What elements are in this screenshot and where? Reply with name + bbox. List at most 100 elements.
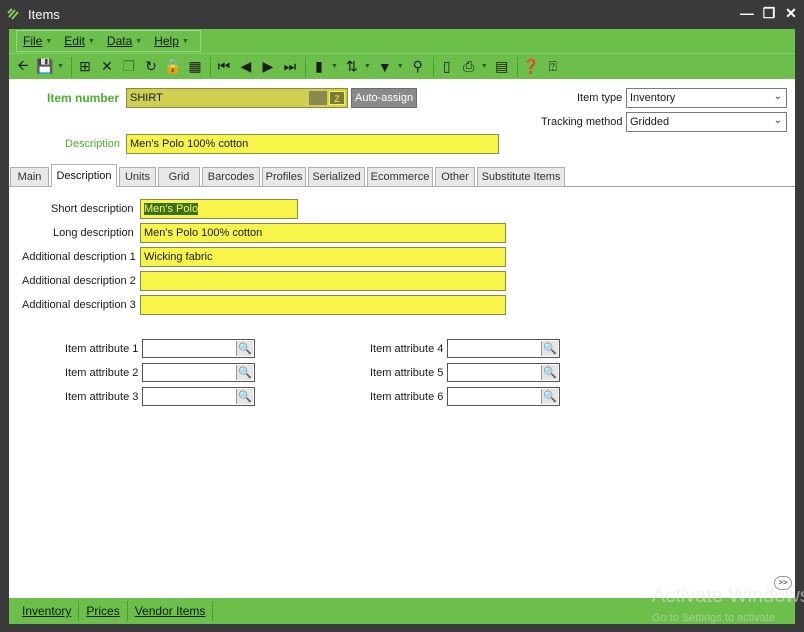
help-box-icon[interactable]: ⍰ — [543, 57, 563, 77]
chevron-down-icon[interactable]: ▼ — [397, 63, 404, 70]
item-type-select[interactable]: Inventory ⌄ — [626, 88, 787, 108]
tab-ecommerce[interactable]: Ecommerce — [367, 167, 433, 187]
menu-data[interactable]: Data ▼ — [107, 34, 142, 48]
toolbar: 🡨 💾 ▼ ⊞ ✕ ❐ ↻ 🔒 ▦ ⏮ ◀ ▶ ⏭ ▮ ▼ ⇅ ▼ ▼ ▼ ⚲ … — [9, 53, 795, 79]
search-icon[interactable]: 🔍 — [236, 389, 253, 404]
field-shade — [309, 91, 327, 105]
grid-icon[interactable]: ▦ — [185, 57, 205, 77]
tab-main[interactable]: Main — [10, 167, 49, 187]
tab-substitute-items[interactable]: Substitute Items — [477, 167, 565, 187]
tab-serialized[interactable]: Serialized — [308, 167, 365, 187]
maximize-icon[interactable]: ❐ — [762, 4, 776, 22]
tracking-method-label: Tracking method — [541, 116, 623, 128]
search-icon[interactable]: 🔍 — [236, 341, 253, 356]
item-attribute-5-lookup[interactable]: 🔍 — [447, 363, 560, 382]
search-icon[interactable]: ⚲ — [408, 57, 428, 77]
item-type-label: Item type — [577, 92, 623, 104]
bottom-tab-inventory[interactable]: Inventory — [15, 601, 80, 621]
print-icon[interactable]: ⎙ — [459, 57, 479, 77]
menu-bar: File ▼ Edit ▼ Data ▼ Help ▼ — [9, 29, 795, 53]
chevron-down-icon[interactable]: ▼ — [481, 63, 488, 70]
search-icon[interactable]: 🔍 — [541, 341, 558, 356]
tab-other[interactable]: Other — [435, 167, 475, 187]
item-attribute-3-lookup[interactable]: 🔍 — [142, 387, 255, 406]
zoom-icon[interactable]: Z — [329, 91, 345, 105]
chevron-down-icon[interactable]: ▼ — [331, 63, 338, 70]
add-icon[interactable]: ⊞ — [75, 57, 95, 77]
description-field[interactable]: Men's Polo 100% cotton — [126, 134, 499, 154]
activation-watermark-sub: Go to Settings to activate — [652, 612, 775, 624]
window-title: Items — [28, 6, 60, 22]
short-description-field[interactable]: Men's Polo — [140, 199, 298, 219]
back-arrow-icon[interactable]: 🡨 — [13, 57, 33, 77]
main-panel: Item number SHIRT Z Auto-assign Descript… — [9, 79, 795, 598]
last-record-icon[interactable]: ⏭ — [280, 57, 300, 77]
chevron-down-icon: ▼ — [135, 37, 143, 45]
sort-icon[interactable]: ⇅ — [342, 57, 362, 77]
short-description-label: Short description — [51, 203, 134, 215]
item-number-field[interactable]: SHIRT Z — [126, 88, 348, 108]
description-label: Description — [65, 138, 121, 150]
item-attribute-4-lookup[interactable]: 🔍 — [447, 339, 560, 358]
help-circle-icon[interactable]: ❓ — [521, 57, 541, 77]
chevron-down-icon: ⌄ — [773, 91, 782, 102]
search-icon[interactable]: 🔍 — [541, 365, 558, 380]
item-attribute-4-label: Item attribute 4 — [370, 343, 444, 355]
tab-strip: Main Description Units Grid Barcodes Pro… — [9, 164, 795, 187]
bottom-tab-prices[interactable]: Prices — [79, 601, 128, 621]
first-record-icon[interactable]: ⏮ — [214, 57, 234, 77]
chevron-down-icon[interactable]: ▼ — [57, 63, 64, 70]
tab-units[interactable]: Units — [119, 167, 156, 187]
tab-profiles[interactable]: Profiles — [262, 167, 306, 187]
save-icon[interactable]: 💾 — [35, 57, 55, 77]
item-attribute-2-label: Item attribute 2 — [65, 367, 139, 379]
search-icon[interactable]: 🔍 — [541, 389, 558, 404]
auto-assign-button[interactable]: Auto-assign — [351, 88, 418, 108]
filter-icon[interactable]: ▼ — [375, 57, 395, 77]
lock-icon[interactable]: 🔒 — [163, 57, 183, 77]
chevron-down-icon: ▼ — [181, 37, 189, 45]
long-description-label: Long description — [53, 227, 134, 239]
bookmark-icon[interactable]: ▮ — [309, 57, 329, 77]
bottom-tab-vendor-items[interactable]: Vendor Items — [128, 601, 214, 621]
item-attribute-1-lookup[interactable]: 🔍 — [142, 339, 255, 358]
item-attribute-1-label: Item attribute 1 — [65, 343, 139, 355]
chevron-down-icon[interactable]: ▼ — [364, 63, 371, 70]
next-record-icon[interactable]: ▶ — [258, 57, 278, 77]
tracking-method-select[interactable]: Gridded ⌄ — [626, 112, 787, 132]
additional-description-3-field[interactable] — [140, 295, 506, 315]
previous-record-icon[interactable]: ◀ — [236, 57, 256, 77]
tab-barcodes[interactable]: Barcodes — [202, 167, 260, 187]
additional-description-1-field[interactable]: Wicking fabric — [140, 247, 506, 267]
additional-description-1-label: Additional description 1 — [22, 251, 136, 263]
tab-grid[interactable]: Grid — [158, 167, 200, 187]
item-attribute-6-label: Item attribute 6 — [370, 391, 444, 403]
item-attribute-6-lookup[interactable]: 🔍 — [447, 387, 560, 406]
search-icon[interactable]: 🔍 — [236, 365, 253, 380]
document-icon[interactable]: ▯ — [437, 57, 457, 77]
chevron-down-icon: ▼ — [87, 37, 95, 45]
minimize-icon[interactable]: — — [740, 4, 754, 22]
additional-description-2-label: Additional description 2 — [22, 275, 136, 287]
copy-icon[interactable]: ❐ — [119, 57, 139, 77]
item-attribute-2-lookup[interactable]: 🔍 — [142, 363, 255, 382]
additional-description-3-label: Additional description 3 — [22, 299, 136, 311]
long-description-field[interactable]: Men's Polo 100% cotton — [140, 223, 506, 243]
menu-help[interactable]: Help ▼ — [154, 34, 189, 48]
activation-watermark: Activate Windows — [652, 585, 804, 607]
menu-edit[interactable]: Edit ▼ — [64, 34, 95, 48]
menu-file[interactable]: File ▼ — [23, 34, 52, 48]
close-icon[interactable]: ✕ — [784, 4, 798, 22]
refresh-icon[interactable]: ↻ — [141, 57, 161, 77]
item-attribute-3-label: Item attribute 3 — [65, 391, 139, 403]
chevron-down-icon: ▼ — [45, 37, 53, 45]
menu-group: File ▼ Edit ▼ Data ▼ Help ▼ — [16, 30, 201, 52]
chevron-down-icon: ⌄ — [773, 115, 782, 126]
tab-description[interactable]: Description — [51, 164, 117, 187]
calculator-icon[interactable]: ▤ — [492, 57, 512, 77]
additional-description-2-field[interactable] — [140, 271, 506, 291]
item-number-label: Item number — [47, 91, 120, 105]
app-logo-icon — [7, 8, 19, 20]
item-attribute-5-label: Item attribute 5 — [370, 367, 444, 379]
delete-icon[interactable]: ✕ — [97, 57, 117, 77]
